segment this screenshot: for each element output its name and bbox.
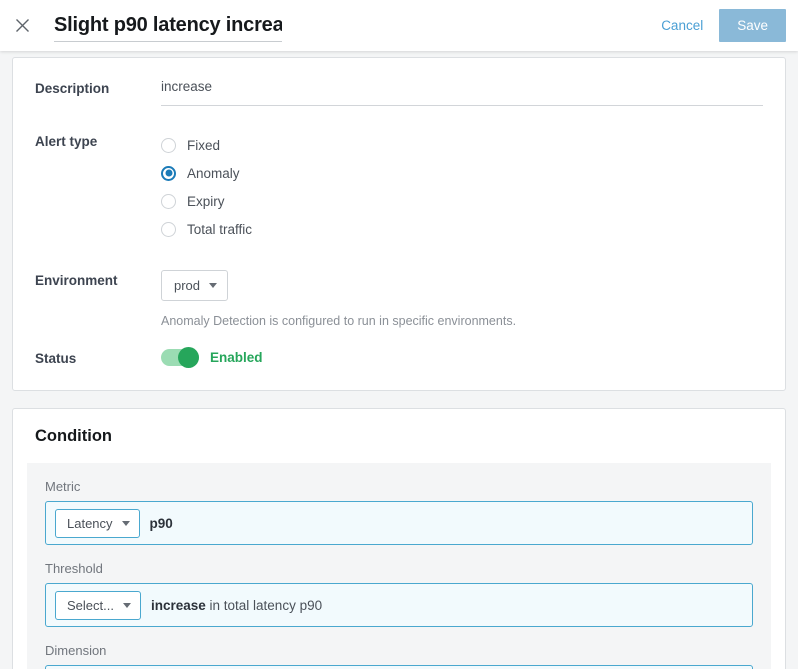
threshold-select[interactable]: Select... [55, 591, 141, 620]
condition-section-title: Condition [27, 427, 771, 446]
metric-box[interactable]: Latency p90 [45, 501, 753, 545]
radio-option-total-traffic[interactable]: Total traffic [161, 215, 763, 243]
dimension-box[interactable]: All proxies and targets detected Region … [45, 665, 753, 669]
radio-icon-expiry [161, 194, 176, 209]
alert-title-field-wrapper [54, 10, 282, 42]
radio-option-fixed[interactable]: Fixed [161, 131, 763, 159]
status-row: Status Enabled [35, 348, 763, 366]
close-icon [15, 18, 30, 33]
environment-select[interactable]: prod [161, 270, 228, 301]
threshold-group: Threshold Select... increase in total la… [45, 561, 753, 627]
dimension-label: Dimension [45, 643, 753, 658]
description-row: Description [35, 78, 763, 106]
threshold-label: Threshold [45, 561, 753, 576]
environment-label: Environment [35, 270, 161, 288]
metric-label: Metric [45, 479, 753, 494]
chevron-down-icon [122, 521, 130, 526]
metric-select-value: Latency [67, 516, 113, 531]
alert-type-row: Alert type Fixed Anomaly Expiry Total tr… [35, 131, 763, 243]
alert-type-radio-group: Fixed Anomaly Expiry Total traffic [161, 131, 763, 243]
basic-settings-card: Description Alert type Fixed Anomaly [12, 57, 786, 391]
radio-option-expiry[interactable]: Expiry [161, 187, 763, 215]
top-bar-actions: Cancel Save [659, 9, 798, 42]
radio-icon-fixed [161, 138, 176, 153]
alert-title-input[interactable] [54, 14, 282, 37]
chevron-down-icon [209, 283, 217, 288]
radio-icon-total-traffic [161, 222, 176, 237]
description-input[interactable] [161, 79, 763, 94]
radio-icon-anomaly-selected [161, 166, 176, 181]
description-field-wrapper [161, 78, 763, 106]
alert-type-label: Alert type [35, 131, 161, 149]
save-button[interactable]: Save [719, 9, 786, 42]
status-toggle[interactable] [161, 349, 199, 366]
status-label: Status [35, 348, 161, 366]
radio-label-fixed: Fixed [187, 138, 220, 153]
metric-select[interactable]: Latency [55, 509, 140, 538]
threshold-select-value: Select... [67, 598, 114, 613]
chevron-down-icon [123, 603, 131, 608]
threshold-expression-rest: in total latency p90 [206, 598, 322, 613]
metric-group: Metric Latency p90 [45, 479, 753, 545]
condition-card: Condition Metric Latency p90 Threshold [12, 408, 786, 669]
toggle-knob [178, 347, 199, 368]
radio-label-total-traffic: Total traffic [187, 222, 252, 237]
environment-helper-text: Anomaly Detection is configured to run i… [161, 314, 763, 328]
radio-label-expiry: Expiry [187, 194, 225, 209]
metric-expression-value: p90 [150, 516, 173, 531]
cancel-button[interactable]: Cancel [659, 14, 705, 37]
environment-row: Environment prod Anomaly Detection is co… [35, 270, 763, 328]
metric-expression: p90 [150, 516, 173, 531]
dimension-group: Dimension All proxies and targets detect… [45, 643, 753, 669]
threshold-box[interactable]: Select... increase in total latency p90 [45, 583, 753, 627]
top-bar: Cancel Save [0, 0, 798, 51]
close-dialog-button[interactable] [0, 0, 44, 51]
radio-option-anomaly[interactable]: Anomaly [161, 159, 763, 187]
page-content: Description Alert type Fixed Anomaly [0, 51, 798, 669]
threshold-expression-strong: increase [151, 598, 206, 613]
threshold-expression: increase in total latency p90 [151, 598, 322, 613]
status-state-text: Enabled [210, 350, 263, 365]
condition-panel: Metric Latency p90 Threshold Select... [27, 463, 771, 669]
radio-label-anomaly: Anomaly [187, 166, 240, 181]
description-label: Description [35, 78, 161, 96]
environment-select-value: prod [174, 278, 200, 293]
